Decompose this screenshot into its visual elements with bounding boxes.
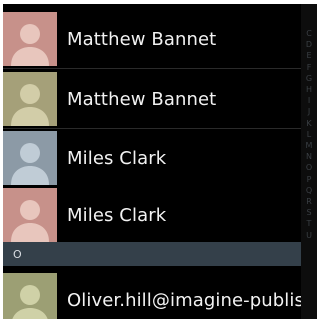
contact-avatar: [3, 72, 57, 126]
index-letter[interactable]: G: [306, 73, 312, 84]
contact-row[interactable]: Matthew Bannet: [3, 10, 301, 68]
section-header-label: O: [13, 247, 22, 261]
index-letter[interactable]: I: [308, 95, 310, 106]
contact-name: Miles Clark: [67, 204, 167, 226]
contacts-list-screen: Matthew Bannet Matthew Bannet Miles Clar…: [3, 4, 317, 319]
index-letter[interactable]: S: [306, 207, 311, 218]
contact-row[interactable]: Miles Clark: [3, 129, 301, 187]
contact-avatar: [3, 131, 57, 185]
contact-avatar: [3, 12, 57, 66]
contact-row[interactable]: Miles Clark: [3, 186, 301, 244]
contact-name: Miles Clark: [67, 147, 167, 169]
contact-avatar: [3, 273, 57, 319]
contact-row[interactable]: Matthew Bannet: [3, 70, 301, 128]
index-letter[interactable]: N: [306, 151, 312, 162]
index-letter[interactable]: K: [306, 118, 311, 129]
index-letter[interactable]: T: [307, 218, 312, 229]
index-letter[interactable]: C: [306, 28, 312, 39]
contact-name: Matthew Bannet: [67, 28, 217, 50]
row-divider: [3, 68, 301, 69]
index-letter[interactable]: R: [306, 196, 312, 207]
alphabet-index-scrollbar[interactable]: CDEFGHIJKLMNOPQRSTU: [301, 4, 317, 319]
index-letter[interactable]: E: [306, 50, 311, 61]
index-letter[interactable]: F: [307, 62, 312, 73]
index-letter[interactable]: M: [306, 140, 313, 151]
contact-name: Oliver.hill@imagine-publishing: [67, 289, 317, 311]
index-letter[interactable]: P: [307, 174, 312, 185]
index-letter[interactable]: U: [306, 230, 312, 241]
contact-row[interactable]: Oliver.hill@imagine-publishing: [3, 271, 317, 319]
contact-name: Matthew Bannet: [67, 88, 217, 110]
index-letter[interactable]: Q: [306, 185, 312, 196]
index-letter[interactable]: D: [306, 39, 312, 50]
contact-avatar: [3, 188, 57, 242]
index-letter[interactable]: H: [306, 84, 312, 95]
index-letter[interactable]: L: [307, 129, 311, 140]
index-letter[interactable]: J: [308, 106, 310, 117]
index-letter[interactable]: O: [306, 162, 312, 173]
section-header-o: O: [3, 242, 301, 266]
